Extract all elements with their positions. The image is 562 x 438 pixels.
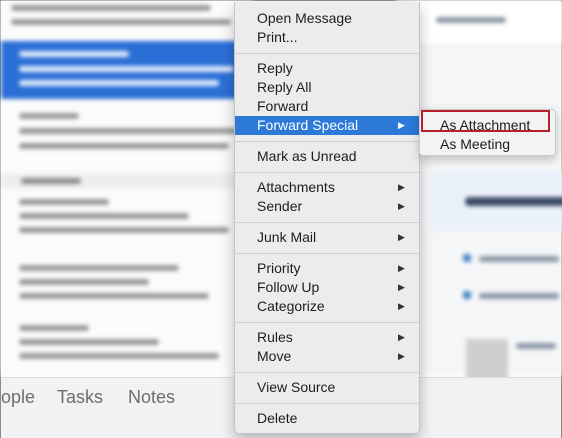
reading-text-line	[516, 343, 556, 349]
menu-separator	[235, 322, 419, 323]
menu-item-view-source[interactable]: View Source	[235, 378, 419, 397]
reading-text-line	[479, 256, 559, 262]
menu-separator	[235, 253, 419, 254]
menu-item-attachments[interactable]: Attachments ▶	[235, 178, 419, 197]
submenu-arrow-icon: ▶	[398, 263, 405, 273]
submenu-arrow-icon: ▶	[398, 182, 405, 192]
section-header	[1, 173, 253, 189]
menu-item-label: Priority	[257, 260, 301, 276]
menu-item-label: Delete	[257, 410, 298, 426]
tab-people[interactable]: ople	[1, 387, 35, 408]
submenu-arrow-icon: ▶	[398, 332, 405, 342]
menu-item-open-message[interactable]: Open Message	[235, 9, 419, 28]
menu-item-reply-all[interactable]: Reply All	[235, 78, 419, 97]
list-item[interactable]	[1, 105, 253, 165]
menu-separator	[235, 141, 419, 142]
menu-item-delete[interactable]: Delete	[235, 409, 419, 428]
menu-item-follow-up[interactable]: Follow Up ▶	[235, 278, 419, 297]
menu-item-label: Attachments	[257, 179, 335, 195]
menu-item-print[interactable]: Print...	[235, 28, 419, 47]
menu-separator	[235, 372, 419, 373]
menu-item-junk-mail[interactable]: Junk Mail ▶	[235, 228, 419, 247]
tab-notes[interactable]: Notes	[128, 387, 175, 408]
reading-text-line	[479, 293, 559, 299]
submenu-arrow-icon: ▶	[398, 201, 405, 211]
list-item[interactable]	[1, 259, 253, 309]
submenu-arrow-icon: ▶	[398, 351, 405, 361]
menu-item-label: Forward Special	[257, 117, 359, 133]
link-icon	[463, 291, 471, 299]
submenu-arrow-icon: ▶	[398, 282, 405, 292]
menu-item-label: Mark as Unread	[257, 148, 357, 164]
link-icon	[463, 254, 471, 262]
list-item[interactable]	[1, 193, 253, 243]
list-item[interactable]	[1, 319, 253, 369]
submenu-arrow-icon: ▶	[398, 120, 405, 130]
menu-item-label: Junk Mail	[257, 229, 317, 245]
menu-item-label: Sender	[257, 198, 303, 214]
submenu-arrow-icon: ▶	[398, 301, 405, 311]
menu-item-priority[interactable]: Priority ▶	[235, 259, 419, 278]
menu-item-label: Reply All	[257, 79, 312, 95]
highlight-outline	[421, 110, 550, 132]
menu-item-move[interactable]: Move ▶	[235, 347, 419, 366]
menu-item-categorize[interactable]: Categorize ▶	[235, 297, 419, 316]
menu-item-sender[interactable]: Sender ▶	[235, 197, 419, 216]
menu-item-forward[interactable]: Forward	[235, 97, 419, 116]
menu-item-reply[interactable]: Reply	[235, 59, 419, 78]
menu-item-label: Reply	[257, 60, 293, 76]
digest-card	[431, 171, 562, 231]
menu-item-rules[interactable]: Rules ▶	[235, 328, 419, 347]
list-item-selected[interactable]	[1, 41, 253, 99]
context-menu: Open Message Print... Reply Reply All Fo…	[234, 2, 420, 434]
menu-separator	[235, 403, 419, 404]
menu-item-label: Move	[257, 348, 292, 364]
menu-separator	[235, 53, 419, 54]
menu-item-label: Print...	[257, 29, 298, 45]
menu-item-forward-special[interactable]: Forward Special ▶	[235, 116, 419, 135]
tab-tasks[interactable]: Tasks	[57, 387, 103, 408]
reading-pane-header	[396, 1, 562, 43]
menu-item-label: Open Message	[257, 10, 352, 26]
menu-item-label: Follow Up	[257, 279, 320, 295]
menu-item-label: Rules	[257, 329, 293, 345]
menu-item-mark-as-unread[interactable]: Mark as Unread	[235, 147, 419, 166]
submenu-item-label: As Meeting	[440, 136, 511, 152]
menu-item-label: Forward	[257, 98, 309, 114]
menu-separator	[235, 222, 419, 223]
list-item[interactable]	[1, 1, 253, 37]
message-list	[1, 1, 253, 376]
submenu-item-as-meeting[interactable]: As Meeting	[420, 135, 555, 154]
submenu-arrow-icon: ▶	[398, 232, 405, 242]
menu-item-label: View Source	[257, 379, 336, 395]
menu-separator	[235, 172, 419, 173]
menu-item-label: Categorize	[257, 298, 325, 314]
contact-photo	[466, 339, 508, 381]
